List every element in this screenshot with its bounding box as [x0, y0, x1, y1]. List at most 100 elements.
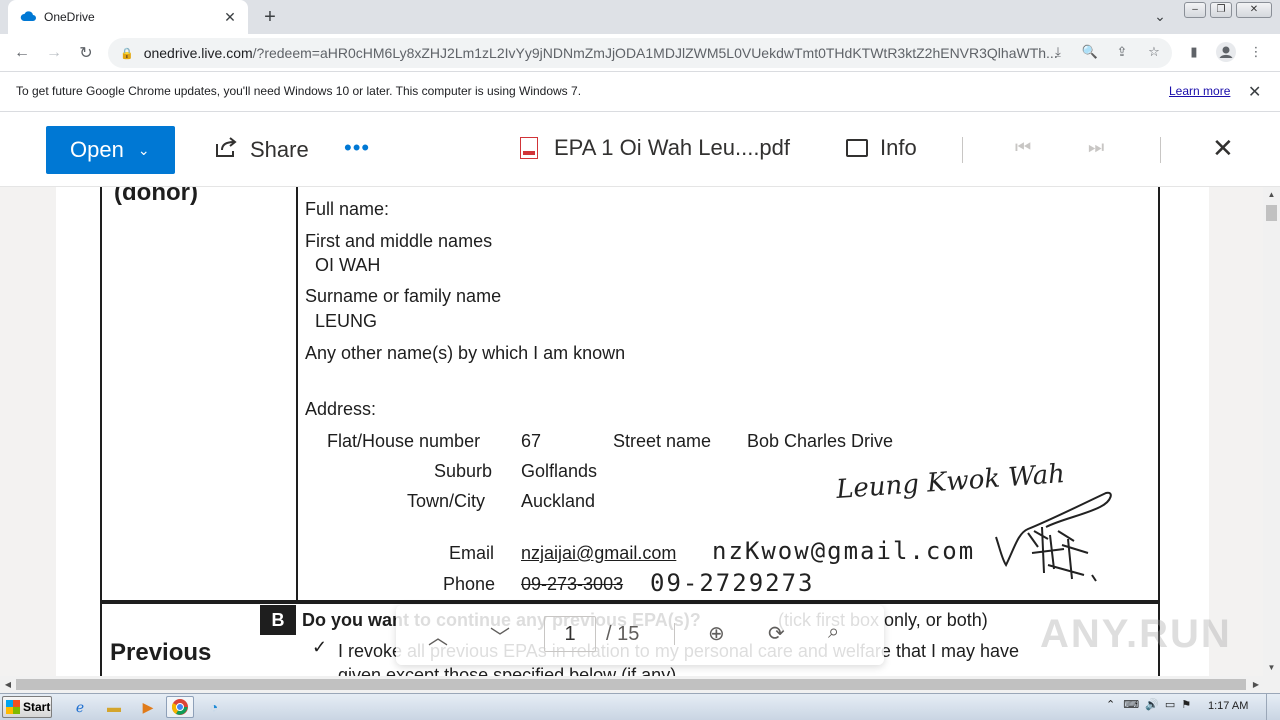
donor-heading: (donor) [114, 187, 198, 206]
divider [674, 623, 675, 645]
tick-mark: ✓ [312, 637, 328, 657]
more-options-button[interactable]: ••• [344, 135, 370, 161]
scroll-up-arrow-icon[interactable]: ▲ [1263, 187, 1280, 203]
form-column-divider [296, 187, 298, 602]
infobar-message: To get future Google Chrome updates, you… [16, 84, 582, 98]
windows-logo-icon [6, 700, 20, 714]
media-player-icon[interactable]: ▶ [134, 696, 162, 718]
divider [1160, 137, 1161, 163]
share-page-icon[interactable]: ⇪ [1112, 42, 1132, 62]
pdf-floating-toolbar: ︿ ﹀ 1 / 15 ⊕ ⟳ ⌕ [396, 605, 884, 665]
side-panel-icon[interactable]: ▮ [1184, 42, 1204, 62]
file-name-label: EPA 1 Oi Wah Leu....pdf [554, 135, 791, 160]
tab-search-chevron-icon[interactable]: ⌄ [1150, 8, 1170, 28]
learn-more-link[interactable]: Learn more [1169, 84, 1230, 98]
file-explorer-icon[interactable]: ▬ [100, 696, 128, 718]
phone-label: Phone [443, 574, 496, 594]
share-icon [214, 136, 238, 164]
street-name-label: Street name [613, 431, 712, 451]
window-close-button[interactable]: ✕ [1236, 2, 1272, 18]
total-pages: / 15 [606, 623, 640, 645]
lock-icon: 🔒 [120, 47, 134, 60]
scroll-left-arrow-icon[interactable]: ◀ [0, 676, 16, 693]
email-old-value: nzjaijai@gmail.com [521, 543, 677, 563]
onedrive-cloud-icon [20, 10, 36, 25]
revoke-text-continued: given except those specified below (if a… [338, 665, 677, 676]
tray-expand-icon[interactable]: ⌃ [1106, 698, 1115, 711]
horizontal-scrollbar[interactable]: ◀ ▶ [0, 676, 1280, 693]
volume-icon[interactable]: 🔊 [1145, 698, 1159, 711]
share-button[interactable]: Share [214, 135, 309, 165]
keyboard-icon[interactable]: ⌨ [1123, 698, 1139, 711]
windows-taskbar: Start ℯ ▬ ▶ ◔ ⌃ ⌨ 🔊 ▭ ⚑ 1:17 AM [0, 693, 1280, 720]
divider [962, 137, 963, 163]
vertical-scrollbar[interactable]: ▲ ▼ [1263, 187, 1280, 676]
house-number-value: 67 [521, 431, 542, 451]
open-label: Open [70, 137, 124, 162]
vertical-scroll-thumb[interactable] [1266, 205, 1277, 221]
open-button[interactable]: Open ⌄ [46, 126, 175, 174]
info-label: Info [880, 135, 917, 160]
pdf-file-icon [520, 137, 538, 159]
new-tab-button[interactable]: + [258, 5, 282, 29]
scroll-right-arrow-icon[interactable]: ▶ [1248, 676, 1264, 693]
horizontal-scroll-thumb[interactable] [16, 679, 1246, 690]
chrome-icon[interactable] [166, 696, 194, 718]
section-b-badge: B [260, 605, 296, 635]
tab-title: OneDrive [44, 10, 95, 24]
scroll-down-arrow-icon[interactable]: ▼ [1263, 660, 1280, 676]
city-value: Auckland [521, 491, 596, 511]
suburb-value: Golflands [521, 461, 598, 481]
chevron-down-icon: ⌄ [137, 141, 150, 158]
infobar-close-icon[interactable]: ✕ [1248, 82, 1261, 102]
page-number-input[interactable]: 1 [544, 616, 596, 652]
action-center-flag-icon[interactable]: ⚑ [1181, 698, 1191, 711]
url-host: onedrive.live.com [143, 45, 253, 61]
address-bar[interactable]: 🔒 onedrive.live.com/?redeem=aHR0cHM6Ly8x… [108, 38, 1172, 68]
tab-strip: OneDrive ✕ + ⌄ – ❐ ✕ [0, 0, 1280, 34]
start-button[interactable]: Start [2, 696, 52, 718]
zoom-icon[interactable]: 🔍 [1080, 42, 1100, 62]
first-names-value: OI WAH [315, 255, 381, 275]
menu-kebab-icon[interactable]: ⋮ [1246, 42, 1266, 62]
signature-drawing [995, 491, 1112, 582]
tab-onedrive[interactable]: OneDrive ✕ [8, 0, 248, 34]
back-arrow-icon[interactable]: ← [10, 41, 34, 65]
first-names-label: First and middle names [305, 231, 493, 251]
email-new-value: nzKwow@gmail.com [712, 537, 976, 565]
close-viewer-icon[interactable]: ✕ [1212, 133, 1234, 164]
network-icon[interactable]: ▭ [1165, 698, 1175, 711]
pdf-viewer[interactable]: (donor) Full name: First and middle name… [0, 187, 1280, 676]
tab-close-icon[interactable]: ✕ [220, 7, 240, 27]
next-file-icon[interactable]: ⏭ [1088, 137, 1104, 158]
house-number-label: Flat/House number [327, 431, 481, 451]
install-icon[interactable]: ⤓ [1048, 42, 1068, 62]
city-label: Town/City [407, 491, 486, 511]
surname-value: LEUNG [315, 311, 378, 331]
edge-icon[interactable]: ◔ [200, 696, 228, 718]
full-name-label: Full name: [305, 199, 390, 219]
other-names-label: Any other name(s) by which I am known [305, 343, 626, 363]
street-name-value: Bob Charles Drive [747, 431, 894, 451]
bookmark-star-icon[interactable]: ☆ [1144, 42, 1164, 62]
rotate-icon[interactable]: ⟳ [768, 621, 785, 646]
search-icon[interactable]: ⌕ [828, 621, 839, 644]
internet-explorer-icon[interactable]: ℯ [66, 696, 94, 718]
profile-avatar-icon[interactable] [1216, 42, 1236, 62]
file-name: EPA 1 Oi Wah Leu....pdf [520, 135, 790, 161]
previous-file-icon[interactable]: ⏮ [1015, 137, 1031, 158]
forward-arrow-icon[interactable]: → [42, 41, 66, 65]
info-button[interactable]: Info [846, 135, 917, 161]
phone-old-value: 09-273-3003 [521, 574, 624, 594]
watermark: ANY.RUN [1040, 612, 1232, 656]
zoom-in-icon[interactable]: ⊕ [708, 621, 725, 646]
scroll-down-icon[interactable]: ﹀ [490, 621, 510, 650]
reload-icon[interactable]: ↻ [74, 41, 98, 65]
clock[interactable]: 1:17 AM [1208, 700, 1248, 712]
restore-button[interactable]: ❐ [1210, 2, 1232, 18]
start-label: Start [23, 700, 51, 714]
scroll-up-icon[interactable]: ︿ [428, 621, 448, 650]
section-divider [100, 600, 1160, 604]
minimize-button[interactable]: – [1184, 2, 1206, 18]
show-desktop-button[interactable] [1266, 694, 1280, 720]
